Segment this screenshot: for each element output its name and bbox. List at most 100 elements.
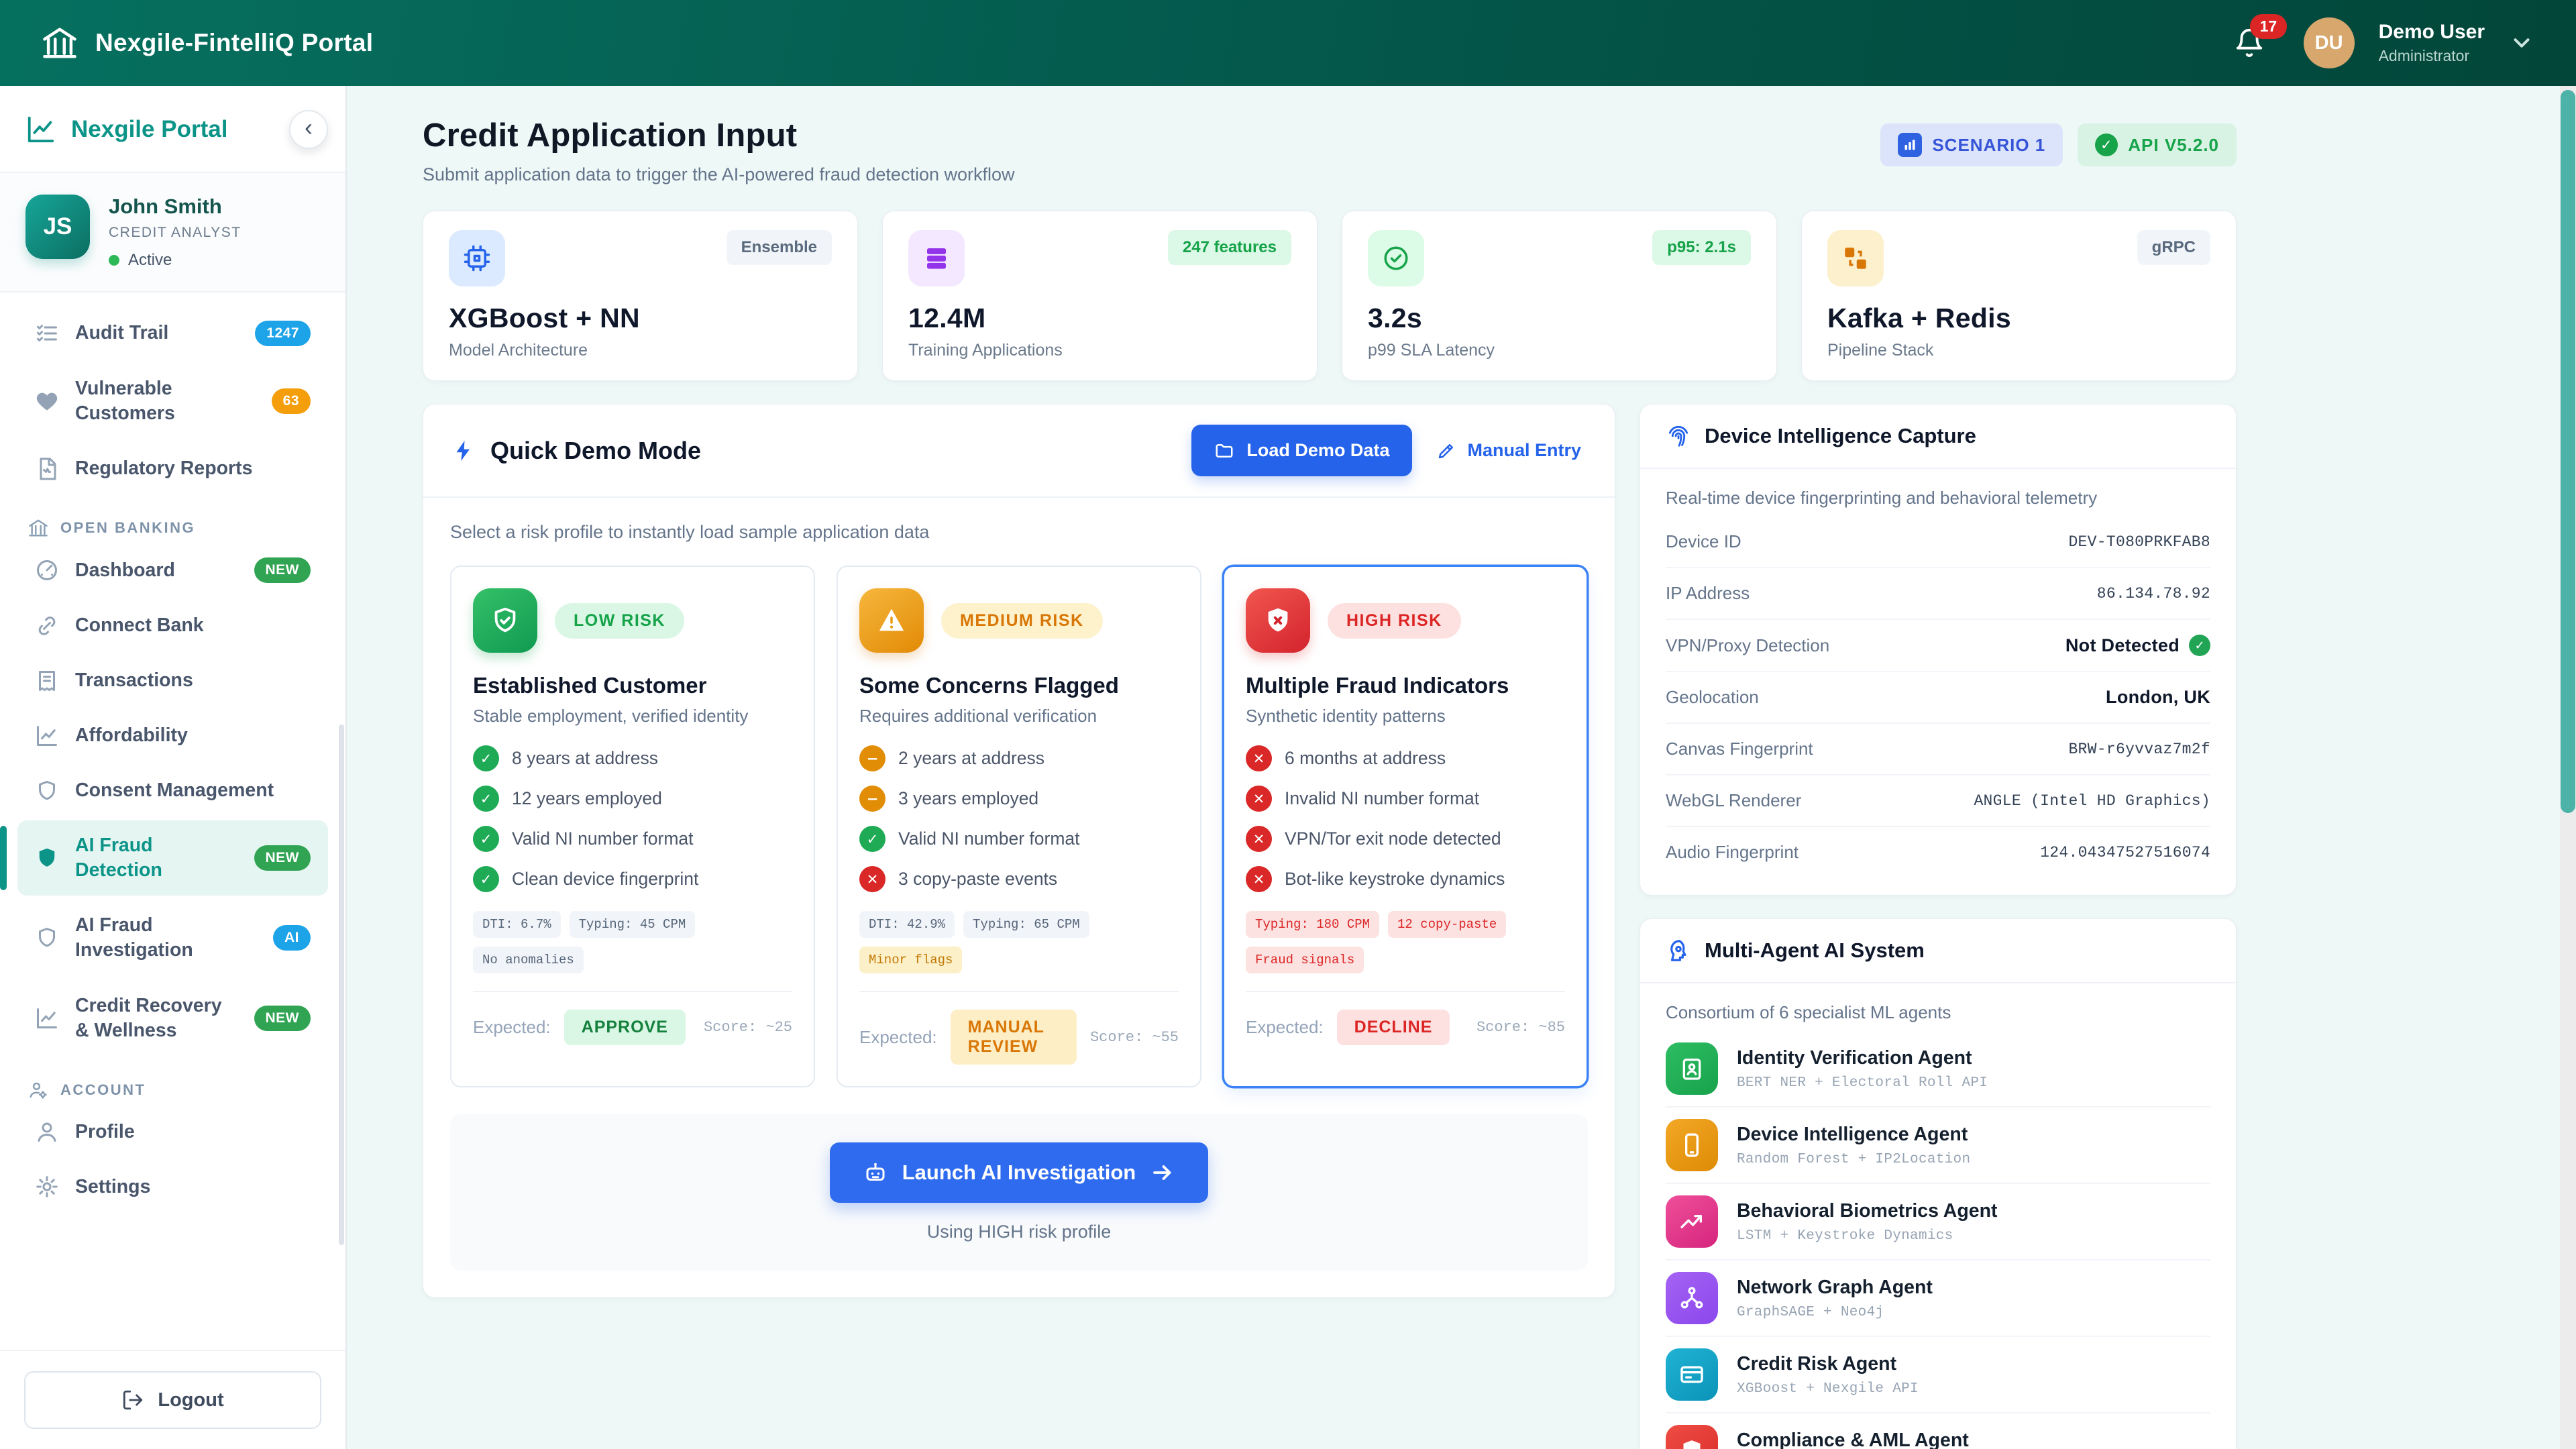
sidebar-item-ai-fraud-investigation[interactable]: AI Fraud Investigation AI bbox=[17, 900, 328, 975]
user-avatar[interactable]: DU bbox=[2304, 17, 2355, 68]
device-panel-body: Real-time device fingerprinting and beha… bbox=[1640, 469, 2236, 895]
agents-panel-header: Multi-Agent AI System bbox=[1640, 919, 2236, 983]
sidebar-scrollbar[interactable] bbox=[339, 724, 344, 1245]
sidebar-item-ai-fraud-detection[interactable]: AI Fraud Detection NEW bbox=[17, 820, 328, 896]
notifications-button[interactable]: 17 bbox=[2234, 28, 2265, 58]
logout-button[interactable]: Logout bbox=[24, 1371, 321, 1429]
stat-card-latency: p95: 2.1s 3.2s p99 SLA Latency bbox=[1342, 211, 1777, 381]
manual-entry-button[interactable]: Manual Entry bbox=[1431, 425, 1587, 476]
top-navbar: Nexgile-FintelliQ Portal 17 DU Demo User… bbox=[0, 0, 2576, 86]
sidebar-item-transactions[interactable]: Transactions bbox=[17, 655, 328, 706]
launch-ai-investigation-button[interactable]: Launch AI Investigation bbox=[830, 1142, 1209, 1203]
canvas-fingerprint-value: BRW-r6yvvaz7m2f bbox=[2068, 741, 2210, 758]
agent-device-intelligence: Device Intelligence Agent Random Forest … bbox=[1666, 1108, 2210, 1184]
profile-subtitle: Stable employment, verified identity bbox=[473, 706, 792, 727]
id-badge-icon bbox=[1666, 1042, 1718, 1095]
list-item: ✓8 years at address bbox=[473, 745, 792, 771]
status-dot-icon bbox=[109, 255, 119, 266]
stat-badge: gRPC bbox=[2137, 230, 2210, 265]
profile-tags: DTI: 42.9% Typing: 65 CPM Minor flags bbox=[859, 911, 1179, 973]
new-badge: NEW bbox=[254, 845, 311, 871]
checklist-icon bbox=[35, 321, 59, 345]
sidebar-item-settings[interactable]: Settings bbox=[17, 1162, 328, 1212]
risk-profile-high[interactable]: HIGH RISK Multiple Fraud Indicators Synt… bbox=[1223, 566, 1588, 1087]
sidebar-item-label: Dashboard bbox=[75, 558, 238, 583]
page-scrollbar-thumb[interactable] bbox=[2561, 90, 2575, 813]
bank-icon bbox=[28, 518, 48, 538]
check-circle-icon: ✓ bbox=[2189, 635, 2210, 656]
section-label: ACCOUNT bbox=[60, 1081, 146, 1099]
sidebar-user-info: John Smith CREDIT ANALYST Active bbox=[109, 195, 241, 270]
sidebar-item-affordability[interactable]: Affordability bbox=[17, 710, 328, 761]
device-row-geolocation: Geolocation London, UK bbox=[1666, 672, 2210, 724]
arrow-right-icon bbox=[1150, 1161, 1175, 1185]
minus-circle-icon: − bbox=[859, 786, 885, 812]
gauge-icon bbox=[35, 558, 59, 582]
risk-profiles: LOW RISK Established Customer Stable emp… bbox=[450, 566, 1588, 1087]
metric-tag: Typing: 65 CPM bbox=[963, 911, 1089, 938]
sidebar-item-connect-bank[interactable]: Connect Bank bbox=[17, 600, 328, 651]
sidebar-item-credit-recovery-wellness[interactable]: Credit Recovery & Wellness NEW bbox=[17, 981, 328, 1056]
gauge-check-icon bbox=[1368, 230, 1424, 286]
stat-badge: 247 features bbox=[1168, 230, 1291, 265]
chevron-down-icon[interactable] bbox=[2509, 30, 2534, 56]
sidebar-item-vulnerable-customers[interactable]: Vulnerable Customers 63 bbox=[17, 364, 328, 439]
device-panel-subtitle: Real-time device fingerprinting and beha… bbox=[1666, 488, 2210, 508]
device-row-webgl-renderer: WebGL Renderer ANGLE (Intel HD Graphics) bbox=[1666, 775, 2210, 827]
stat-label: p99 SLA Latency bbox=[1368, 341, 1751, 360]
list-item: ✕3 copy-paste events bbox=[859, 866, 1179, 892]
check-circle-icon: ✓ bbox=[473, 826, 499, 852]
x-circle-icon: ✕ bbox=[1246, 745, 1272, 771]
check-circle-icon: ✓ bbox=[473, 866, 499, 892]
quick-demo-body: Select a risk profile to instantly load … bbox=[423, 498, 1615, 1297]
sidebar-collapse-button[interactable]: ‹ bbox=[289, 110, 328, 149]
right-column: Device Intelligence Capture Real-time de… bbox=[1640, 404, 2237, 1449]
sidebar-item-label: Regulatory Reports bbox=[75, 456, 311, 481]
agents-panel-body: Consortium of 6 specialist ML agents Ide… bbox=[1640, 983, 2236, 1449]
profile-title: Multiple Fraud Indicators bbox=[1246, 673, 1565, 698]
sidebar-item-audit-trail[interactable]: Audit Trail 1247 bbox=[17, 308, 328, 359]
sidebar-item-label: AI Fraud Detection bbox=[75, 833, 238, 883]
main-content: Credit Application Input Submit applicat… bbox=[347, 86, 2576, 1449]
stat-card-pipeline: gRPC Kafka + Redis Pipeline Stack bbox=[1801, 211, 2237, 381]
profile-footer: Expected: MANUAL REVIEW Score: ~55 bbox=[859, 991, 1179, 1065]
cpu-icon bbox=[449, 230, 505, 286]
agent-behavioral-biometrics: Behavioral Biometrics Agent LSTM + Keyst… bbox=[1666, 1184, 2210, 1260]
agent-identity-verification: Identity Verification Agent BERT NER + E… bbox=[1666, 1031, 2210, 1108]
check-circle-icon: ✓ bbox=[859, 826, 885, 852]
user-role: Administrator bbox=[2379, 47, 2485, 65]
device-panel-title: Device Intelligence Capture bbox=[1705, 424, 1976, 448]
link-icon bbox=[35, 614, 59, 638]
manual-entry-label: Manual Entry bbox=[1467, 440, 1581, 461]
sidebar-item-label: Settings bbox=[75, 1175, 311, 1199]
page-scrollbar-track[interactable] bbox=[2560, 86, 2576, 1449]
fingerprint-icon bbox=[1666, 423, 1691, 449]
smartphone-icon bbox=[1666, 1119, 1718, 1171]
metric-tag: 12 copy-paste bbox=[1388, 911, 1506, 938]
profile-footer: Expected: APPROVE Score: ~25 bbox=[473, 991, 792, 1045]
logout-label: Logout bbox=[158, 1389, 223, 1411]
sidebar-section-account: ACCOUNT bbox=[28, 1080, 317, 1100]
sidebar-item-regulatory-reports[interactable]: Regulatory Reports bbox=[17, 443, 328, 494]
profile-title: Some Concerns Flagged bbox=[859, 673, 1179, 698]
sidebar-footer: Logout bbox=[0, 1350, 345, 1449]
risk-profile-medium[interactable]: MEDIUM RISK Some Concerns Flagged Requir… bbox=[837, 566, 1201, 1087]
status-label: Active bbox=[128, 251, 172, 270]
check-circle-icon: ✓ bbox=[473, 745, 499, 771]
risk-profile-low[interactable]: LOW RISK Established Customer Stable emp… bbox=[450, 566, 815, 1087]
sidebar-item-label: Audit Trail bbox=[75, 321, 239, 345]
section-label: OPEN BANKING bbox=[60, 519, 195, 537]
app-brand: Nexgile-FintelliQ Portal bbox=[42, 25, 373, 61]
sidebar-item-profile[interactable]: Profile bbox=[17, 1107, 328, 1157]
robot-icon bbox=[863, 1161, 888, 1185]
sidebar-item-dashboard[interactable]: Dashboard NEW bbox=[17, 545, 328, 596]
load-demo-data-button[interactable]: Load Demo Data bbox=[1191, 425, 1412, 476]
sidebar-user-card: JS John Smith CREDIT ANALYST Active bbox=[0, 173, 345, 292]
shield-x-icon bbox=[1246, 588, 1310, 653]
count-badge: 1247 bbox=[255, 321, 311, 346]
score-label: Score: ~55 bbox=[1090, 1029, 1179, 1046]
load-demo-data-label: Load Demo Data bbox=[1246, 440, 1389, 461]
sidebar-item-consent-management[interactable]: Consent Management bbox=[17, 765, 328, 816]
x-circle-icon: ✕ bbox=[1246, 786, 1272, 812]
navbar-right: 17 DU Demo User Administrator bbox=[2234, 17, 2534, 68]
